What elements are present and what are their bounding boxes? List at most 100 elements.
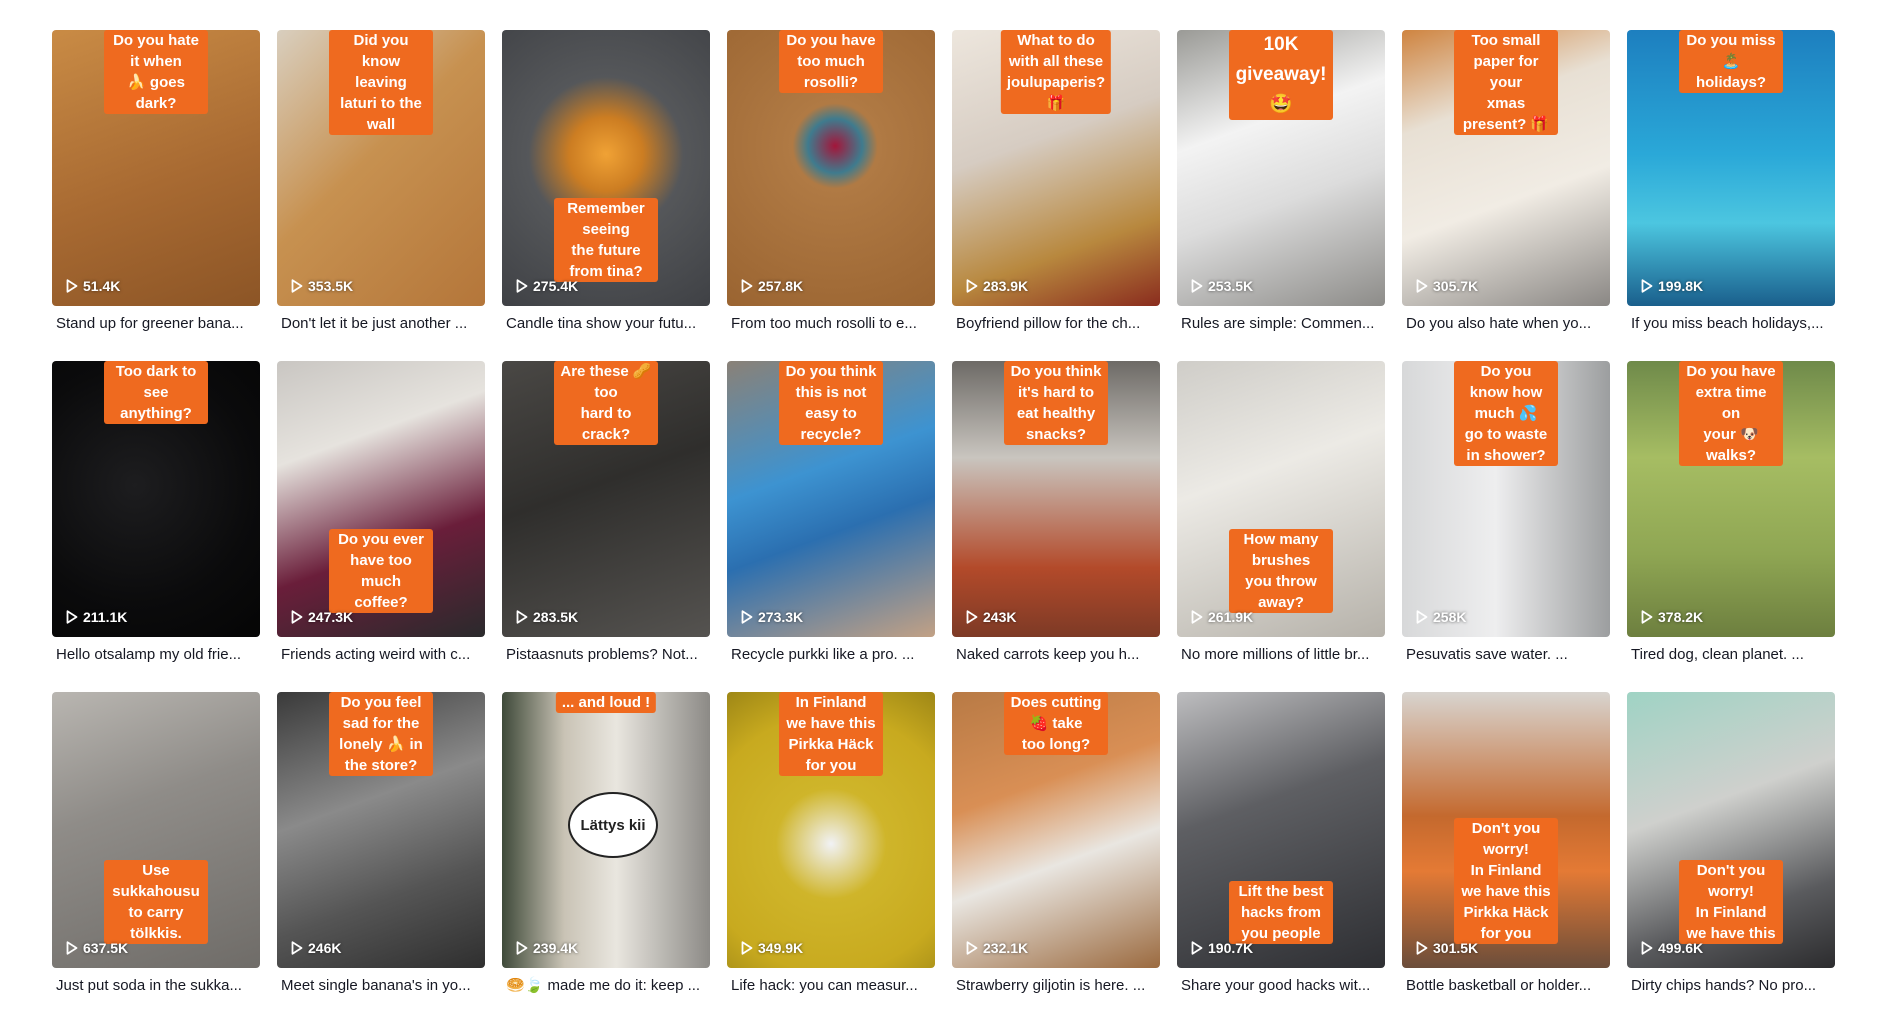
view-count-text: 305.7K xyxy=(1433,278,1479,294)
video-thumbnail[interactable]: How many brushes you throw away? 261.9K xyxy=(1177,361,1385,637)
view-count-text: 258K xyxy=(1433,609,1467,625)
video-caption-overlay: Don't you worry! In Finland we have this… xyxy=(1454,818,1558,944)
video-description[interactable]: If you miss beach holidays,... xyxy=(1627,314,1831,334)
video-card[interactable]: ... and loud ! 239.4K Lättys kii 🥯🍃 made… xyxy=(502,692,710,1023)
view-count: 232.1K xyxy=(966,940,1028,956)
view-count-text: 261.9K xyxy=(1208,609,1254,625)
view-count: 51.4K xyxy=(66,278,120,294)
video-description[interactable]: Hello otsalamp my old frie... xyxy=(52,645,256,665)
video-card[interactable]: Are these 🥜 too hard to crack? 283.5K Pi… xyxy=(502,361,710,692)
video-card[interactable]: Too dark to see anything? 211.1K Hello o… xyxy=(52,361,260,692)
view-count-text: 273.3K xyxy=(758,609,804,625)
video-card[interactable]: Lift the best hacks from you people 190.… xyxy=(1177,692,1385,1023)
play-icon xyxy=(66,941,78,955)
view-count-text: 378.2K xyxy=(1658,609,1704,625)
video-caption-overlay: Do you miss 🏝️ holidays? xyxy=(1679,30,1783,93)
video-card[interactable]: What to do with all these joulupaperis? … xyxy=(952,30,1160,361)
play-icon xyxy=(1641,941,1653,955)
video-card[interactable]: Does cutting 🍓 take too long? 232.1K Str… xyxy=(952,692,1160,1023)
video-card[interactable]: 10K giveaway! 🤩 253.5K Rules are simple:… xyxy=(1177,30,1385,361)
video-description[interactable]: Pistaasnuts problems? Not... xyxy=(502,645,706,665)
video-description[interactable]: Recycle purkki like a pro. ... xyxy=(727,645,931,665)
video-thumbnail[interactable]: Do you ever have too much coffee? 247.3K xyxy=(277,361,485,637)
video-description[interactable]: Stand up for greener bana... xyxy=(52,314,256,334)
video-description[interactable]: Don't let it be just another ... xyxy=(277,314,481,334)
video-description[interactable]: Life hack: you can measur... xyxy=(727,976,931,996)
video-card[interactable]: Do you have extra time on your 🐶 walks? … xyxy=(1627,361,1835,692)
view-count-text: 257.8K xyxy=(758,278,804,294)
video-thumbnail[interactable]: Don't you worry! In Finland we have this… xyxy=(1627,692,1835,968)
video-card[interactable]: Do you miss 🏝️ holidays? 199.8K If you m… xyxy=(1627,30,1835,361)
video-card[interactable]: How many brushes you throw away? 261.9K … xyxy=(1177,361,1385,692)
video-description[interactable]: Do you also hate when yo... xyxy=(1402,314,1606,334)
video-description[interactable]: Candle tina show your futu... xyxy=(502,314,706,334)
video-description[interactable]: Dirty chips hands? No pro... xyxy=(1627,976,1831,996)
video-thumbnail[interactable]: Do you miss 🏝️ holidays? 199.8K xyxy=(1627,30,1835,306)
video-card[interactable]: Do you feel sad for the lonely 🍌 in the … xyxy=(277,692,485,1023)
video-thumbnail[interactable]: Do you feel sad for the lonely 🍌 in the … xyxy=(277,692,485,968)
video-description[interactable]: Friends acting weird with c... xyxy=(277,645,481,665)
video-thumbnail[interactable]: In Finland we have this Pirkka Häck for … xyxy=(727,692,935,968)
play-icon xyxy=(291,941,303,955)
video-caption-overlay: Do you hate it when 🍌 goes dark? xyxy=(104,30,208,114)
video-thumbnail[interactable]: Do you think it's hard to eat healthy sn… xyxy=(952,361,1160,637)
video-card[interactable]: Do you know how much 💦 go to waste in sh… xyxy=(1402,361,1610,692)
video-thumbnail[interactable]: Do you have too much rosolli? 257.8K xyxy=(727,30,935,306)
video-description[interactable]: Tired dog, clean planet. ... xyxy=(1627,645,1831,665)
video-description[interactable]: Boyfriend pillow for the ch... xyxy=(952,314,1156,334)
video-description[interactable]: Just put soda in the sukka... xyxy=(52,976,256,996)
video-caption-overlay: Do you think this is not easy to recycle… xyxy=(779,361,883,445)
video-thumbnail[interactable]: Lift the best hacks from you people 190.… xyxy=(1177,692,1385,968)
video-card[interactable]: Too small paper for your xmas present? 🎁… xyxy=(1402,30,1610,361)
video-thumbnail[interactable]: Remember seeing the future from tina? 27… xyxy=(502,30,710,306)
video-card[interactable]: Remember seeing the future from tina? 27… xyxy=(502,30,710,361)
view-count: 273.3K xyxy=(741,609,803,625)
video-card[interactable]: Don't you worry! In Finland we have this… xyxy=(1627,692,1835,1023)
video-thumbnail[interactable]: Use sukkahousu to carry tölkkis. 637.5K xyxy=(52,692,260,968)
video-thumbnail[interactable]: Do you have extra time on your 🐶 walks? … xyxy=(1627,361,1835,637)
video-thumbnail[interactable]: Did you know leaving laturi to the wall … xyxy=(277,30,485,306)
video-thumbnail[interactable]: 10K giveaway! 🤩 253.5K xyxy=(1177,30,1385,306)
video-description[interactable]: No more millions of little br... xyxy=(1177,645,1381,665)
view-count-text: 211.1K xyxy=(83,609,128,625)
play-icon xyxy=(1641,279,1653,293)
video-card[interactable]: Use sukkahousu to carry tölkkis. 637.5K … xyxy=(52,692,260,1023)
video-card[interactable]: Do you think this is not easy to recycle… xyxy=(727,361,935,692)
video-caption-overlay: ... and loud ! xyxy=(555,692,657,713)
video-caption-overlay: Do you think it's hard to eat healthy sn… xyxy=(1004,361,1108,445)
video-card[interactable]: In Finland we have this Pirkka Häck for … xyxy=(727,692,935,1023)
view-count: 283.5K xyxy=(516,609,578,625)
video-thumbnail[interactable]: ... and loud ! 239.4K Lättys kii xyxy=(502,692,710,968)
video-caption-overlay: Remember seeing the future from tina? xyxy=(554,198,658,282)
view-count: 253.5K xyxy=(1191,278,1253,294)
video-thumbnail[interactable]: Do you hate it when 🍌 goes dark? 51.4K xyxy=(52,30,260,306)
view-count-text: 353.5K xyxy=(308,278,354,294)
video-thumbnail[interactable]: Does cutting 🍓 take too long? 232.1K xyxy=(952,692,1160,968)
video-thumbnail[interactable]: What to do with all these joulupaperis? … xyxy=(952,30,1160,306)
video-description[interactable]: Bottle basketball or holder... xyxy=(1402,976,1606,996)
video-description[interactable]: Strawberry giljotin is here. ... xyxy=(952,976,1156,996)
video-description[interactable]: Rules are simple: Commen... xyxy=(1177,314,1381,334)
video-description[interactable]: Pesuvatis save water. ... xyxy=(1402,645,1606,665)
video-card[interactable]: Did you know leaving laturi to the wall … xyxy=(277,30,485,361)
video-description[interactable]: 🥯🍃 made me do it: keep ... xyxy=(502,976,706,996)
view-count-text: 301.5K xyxy=(1433,940,1479,956)
video-description[interactable]: From too much rosolli to e... xyxy=(727,314,931,334)
video-card[interactable]: Don't you worry! In Finland we have this… xyxy=(1402,692,1610,1023)
video-thumbnail[interactable]: Are these 🥜 too hard to crack? 283.5K xyxy=(502,361,710,637)
video-card[interactable]: Do you think it's hard to eat healthy sn… xyxy=(952,361,1160,692)
video-description[interactable]: Naked carrots keep you h... xyxy=(952,645,1156,665)
video-card[interactable]: Do you ever have too much coffee? 247.3K… xyxy=(277,361,485,692)
video-description[interactable]: Share your good hacks wit... xyxy=(1177,976,1381,996)
video-thumbnail[interactable]: Don't you worry! In Finland we have this… xyxy=(1402,692,1610,968)
video-thumbnail[interactable]: Do you know how much 💦 go to waste in sh… xyxy=(1402,361,1610,637)
video-card[interactable]: Do you hate it when 🍌 goes dark? 51.4K S… xyxy=(52,30,260,361)
video-description[interactable]: Meet single banana's in yo... xyxy=(277,976,481,996)
video-thumbnail[interactable]: Do you think this is not easy to recycle… xyxy=(727,361,935,637)
video-thumbnail[interactable]: Too dark to see anything? 211.1K xyxy=(52,361,260,637)
view-count: 283.9K xyxy=(966,278,1028,294)
view-count: 258K xyxy=(1416,609,1466,625)
video-thumbnail[interactable]: Too small paper for your xmas present? 🎁… xyxy=(1402,30,1610,306)
video-card[interactable]: Do you have too much rosolli? 257.8K Fro… xyxy=(727,30,935,361)
play-icon xyxy=(741,279,753,293)
